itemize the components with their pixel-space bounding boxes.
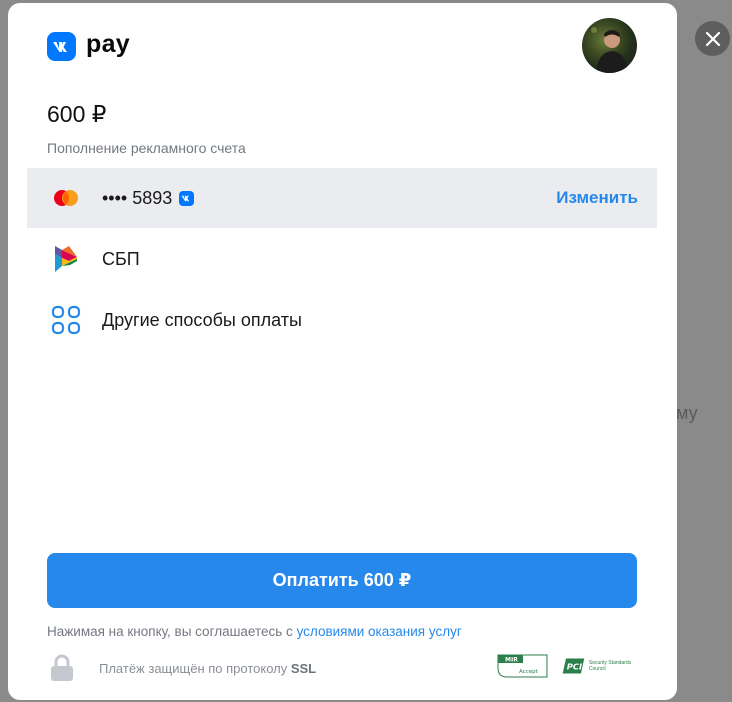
vk-pay-logo: pay xyxy=(47,30,130,61)
vk-badge-icon xyxy=(179,190,195,206)
svg-text:MIR: MIR xyxy=(505,657,518,664)
logo-word: pay xyxy=(86,30,130,58)
card-number-label: •••• 5893 xyxy=(102,187,195,209)
terms-prefix: Нажимая на кнопку, вы соглашаетесь с xyxy=(47,624,297,639)
pci-dss-icon: PCI Security Standards Council xyxy=(561,654,639,678)
lock-icon xyxy=(50,654,74,687)
other-methods-label: Другие способы оплаты xyxy=(102,309,302,330)
terms-text: Нажимая на кнопку, вы соглашаетесь с усл… xyxy=(47,624,462,639)
terms-link[interactable]: условиями оказания услуг xyxy=(297,624,462,639)
ssl-text: Платёж защищён по протоколу xyxy=(99,661,291,676)
payment-method-sbp[interactable]: СБП xyxy=(27,229,657,289)
backdrop-text: му xyxy=(676,403,698,423)
payment-amount: 600 ₽ xyxy=(47,101,107,127)
change-card-link[interactable]: Изменить xyxy=(556,188,638,208)
mir-accept-icon: MIR Accept xyxy=(497,654,548,678)
pci-sublabel: Security Standards Council xyxy=(588,660,632,672)
user-avatar[interactable] xyxy=(582,18,637,73)
svg-text:Accept: Accept xyxy=(519,669,539,675)
close-button[interactable] xyxy=(695,21,730,56)
vk-logo-icon xyxy=(47,32,76,61)
ssl-protocol: SSL xyxy=(290,661,317,676)
sbp-icon xyxy=(49,242,83,276)
payment-purpose: Пополнение рекламного счета xyxy=(47,140,246,156)
close-icon xyxy=(705,31,720,46)
mastercard-icon xyxy=(49,181,83,215)
payment-method-card[interactable]: •••• 5893 Изменить xyxy=(27,168,657,228)
payment-method-other[interactable]: Другие способы оплаты xyxy=(27,290,657,350)
svg-text:PCI: PCI xyxy=(567,661,582,671)
card-number: •••• 5893 xyxy=(102,187,173,208)
vk-pay-modal: pay 600 ₽ Пополнение рекламного счета ••… xyxy=(8,3,677,700)
grid-icon xyxy=(49,303,83,337)
ssl-notice: Платёж защищён по протоколу SSL xyxy=(99,661,316,676)
pay-button[interactable]: Оплатить 600 ₽ xyxy=(47,553,637,608)
sbp-label: СБП xyxy=(102,248,140,269)
